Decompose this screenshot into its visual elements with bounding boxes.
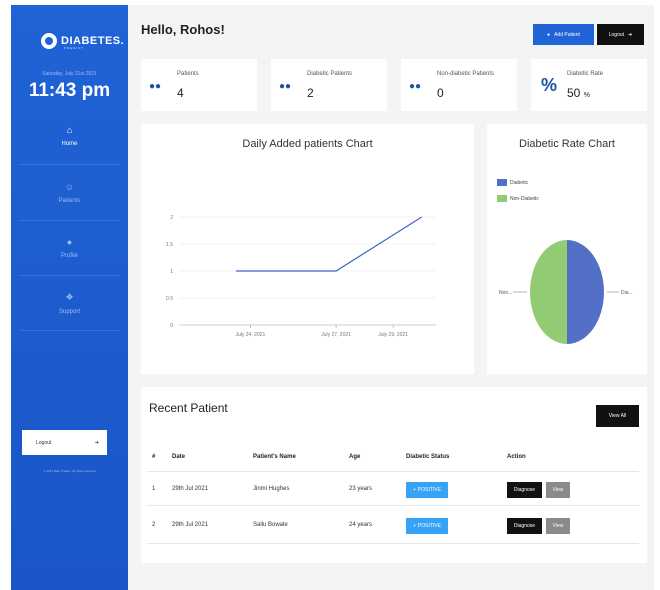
stat-card-non-diabetic: ●● Non-diabetic Patients 0 <box>401 59 517 111</box>
diagnose-button[interactable]: Diagnose <box>507 518 542 534</box>
divider <box>19 220 120 221</box>
recent-patients-card: Recent Patient View All # Date Patient's… <box>141 387 647 563</box>
status-label: POSITIVE <box>417 487 441 493</box>
view-all-button[interactable]: View All <box>596 405 639 427</box>
stat-label: Patients <box>177 71 199 77</box>
stat-unit: % <box>583 92 590 99</box>
user-icon: ● <box>66 237 73 247</box>
users-icon: ●● <box>279 81 292 92</box>
view-button[interactable]: View <box>546 518 570 534</box>
percent-icon: % <box>541 75 558 95</box>
sidebar-item-home[interactable]: ⌂ Home <box>11 125 128 147</box>
y-tick-label: 2 <box>170 215 173 221</box>
stat-value: 4 <box>177 86 184 100</box>
logout-icon: ➜ <box>94 439 99 446</box>
row-date: 29th Jul 2021 <box>172 522 209 528</box>
row-age: 23 years <box>349 486 373 492</box>
plus-icon: + <box>413 523 416 529</box>
pie-chart: Dia... Non... <box>499 240 633 344</box>
y-tick-label: 0 <box>170 323 173 329</box>
divider <box>19 275 120 276</box>
column-header: Age <box>349 454 361 460</box>
column-header: # <box>152 454 156 460</box>
row-date: 29th Jul 2021 <box>172 486 209 492</box>
pie-slice-non-diabetic[interactable] <box>530 240 567 344</box>
sidebar-item-label: Patients <box>58 198 81 204</box>
diagnose-button[interactable]: Diagnose <box>507 482 542 498</box>
sidebar-logout-button[interactable]: Logout ➜ <box>22 430 107 455</box>
stat-label: Diabetic Patients <box>307 71 353 77</box>
stat-value: 50 % <box>567 86 590 100</box>
clock: 11:43 pm <box>28 80 111 101</box>
home-icon: ⌂ <box>66 125 73 135</box>
status-badge: + POSITIVE <box>406 518 448 534</box>
stat-number: 50 <box>567 86 581 100</box>
users-icon: ☺ <box>64 182 75 192</box>
divider <box>147 471 639 472</box>
column-header: Date <box>172 454 186 460</box>
users-icon: ●● <box>409 81 422 92</box>
row-age: 24 years <box>349 522 373 528</box>
pie-label-left: Non... <box>499 290 512 296</box>
row-number: 2 <box>152 522 156 528</box>
pie-label-right: Dia... <box>621 290 633 296</box>
status-label: POSITIVE <box>417 523 441 529</box>
divider <box>19 164 120 165</box>
row-patient-name: Sallu Bowale <box>253 522 288 528</box>
stat-card-diabetic-rate: % Diabetic Rate 50 % <box>531 59 647 111</box>
logout-label: Logout <box>36 439 52 446</box>
page-title: Hello, Rohos! <box>141 22 225 37</box>
sidebar: DIABETES. PREDICT Saturday, July 31st 20… <box>11 5 128 590</box>
brand-sub: PREDICT <box>64 46 85 50</box>
support-icon: ❖ <box>65 292 74 302</box>
sidebar-item-label: Profile <box>60 253 78 259</box>
row-patient-name: Jinmi Hughes <box>253 486 290 492</box>
plus-icon: + <box>413 487 416 493</box>
logout-label: Logout <box>608 31 625 38</box>
logout-button[interactable]: Logout ➜ <box>597 24 644 45</box>
status-badge: + POSITIVE <box>406 482 448 498</box>
divider <box>19 330 120 331</box>
stat-value: 2 <box>307 86 314 100</box>
y-tick-label: 1 <box>170 269 173 275</box>
rate-chart-card: Diabetic Rate Chart Diabetic Non-Diabeti… <box>487 124 647 374</box>
stat-card-patients: ●● Patients 4 <box>141 59 257 111</box>
user-plus-icon: ● <box>547 31 551 38</box>
copyright: © 2021 Diab Predict. All rights reserved <box>43 469 96 473</box>
line-chart: 0 0.5 1 1.5 2 July 24, 2021 July 27, 2021 July… <box>166 215 436 338</box>
divider <box>147 505 639 506</box>
x-tick-label: July 29, 2021 <box>378 332 408 338</box>
y-tick-label: 1.5 <box>166 242 173 248</box>
x-tick-label: July 24, 2021 <box>236 332 266 338</box>
column-header: Patient's Name <box>253 454 296 460</box>
date-display: Saturday, July 31st 2021 <box>42 71 97 77</box>
sidebar-item-label: Support <box>58 309 80 315</box>
stat-label: Diabetic Rate <box>567 71 604 77</box>
sidebar-item-label: Home <box>61 141 78 147</box>
stat-card-diabetic: ●● Diabetic Patients 2 <box>271 59 387 111</box>
add-patient-label: Add Patient <box>554 31 580 38</box>
sidebar-item-support[interactable]: ❖ Support <box>11 292 128 315</box>
column-header: Diabetic Status <box>406 454 450 460</box>
daily-chart-card: Daily Added patients Chart 0 0.5 1 1.5 2 Jul… <box>141 124 474 374</box>
column-header: Action <box>507 454 526 460</box>
pie-slice-diabetic[interactable] <box>567 240 604 344</box>
y-tick-label: 0.5 <box>166 296 173 302</box>
stat-value: 0 <box>437 86 444 100</box>
view-button[interactable]: View <box>546 482 570 498</box>
divider <box>147 543 639 544</box>
logout-icon: ➜ <box>628 31 633 38</box>
x-tick-label: July 27, 2021 <box>321 332 351 338</box>
users-icon: ●● <box>149 81 162 92</box>
sidebar-item-patients[interactable]: ☺ Patients <box>11 182 128 204</box>
stat-label: Non-diabetic Patients <box>437 71 495 77</box>
section-title: Recent Patient <box>149 401 228 415</box>
sidebar-item-profile[interactable]: ● Profile <box>11 237 128 259</box>
logo-icon <box>41 33 57 49</box>
add-patient-button[interactable]: ● Add Patient <box>533 24 594 45</box>
row-number: 1 <box>152 486 156 492</box>
